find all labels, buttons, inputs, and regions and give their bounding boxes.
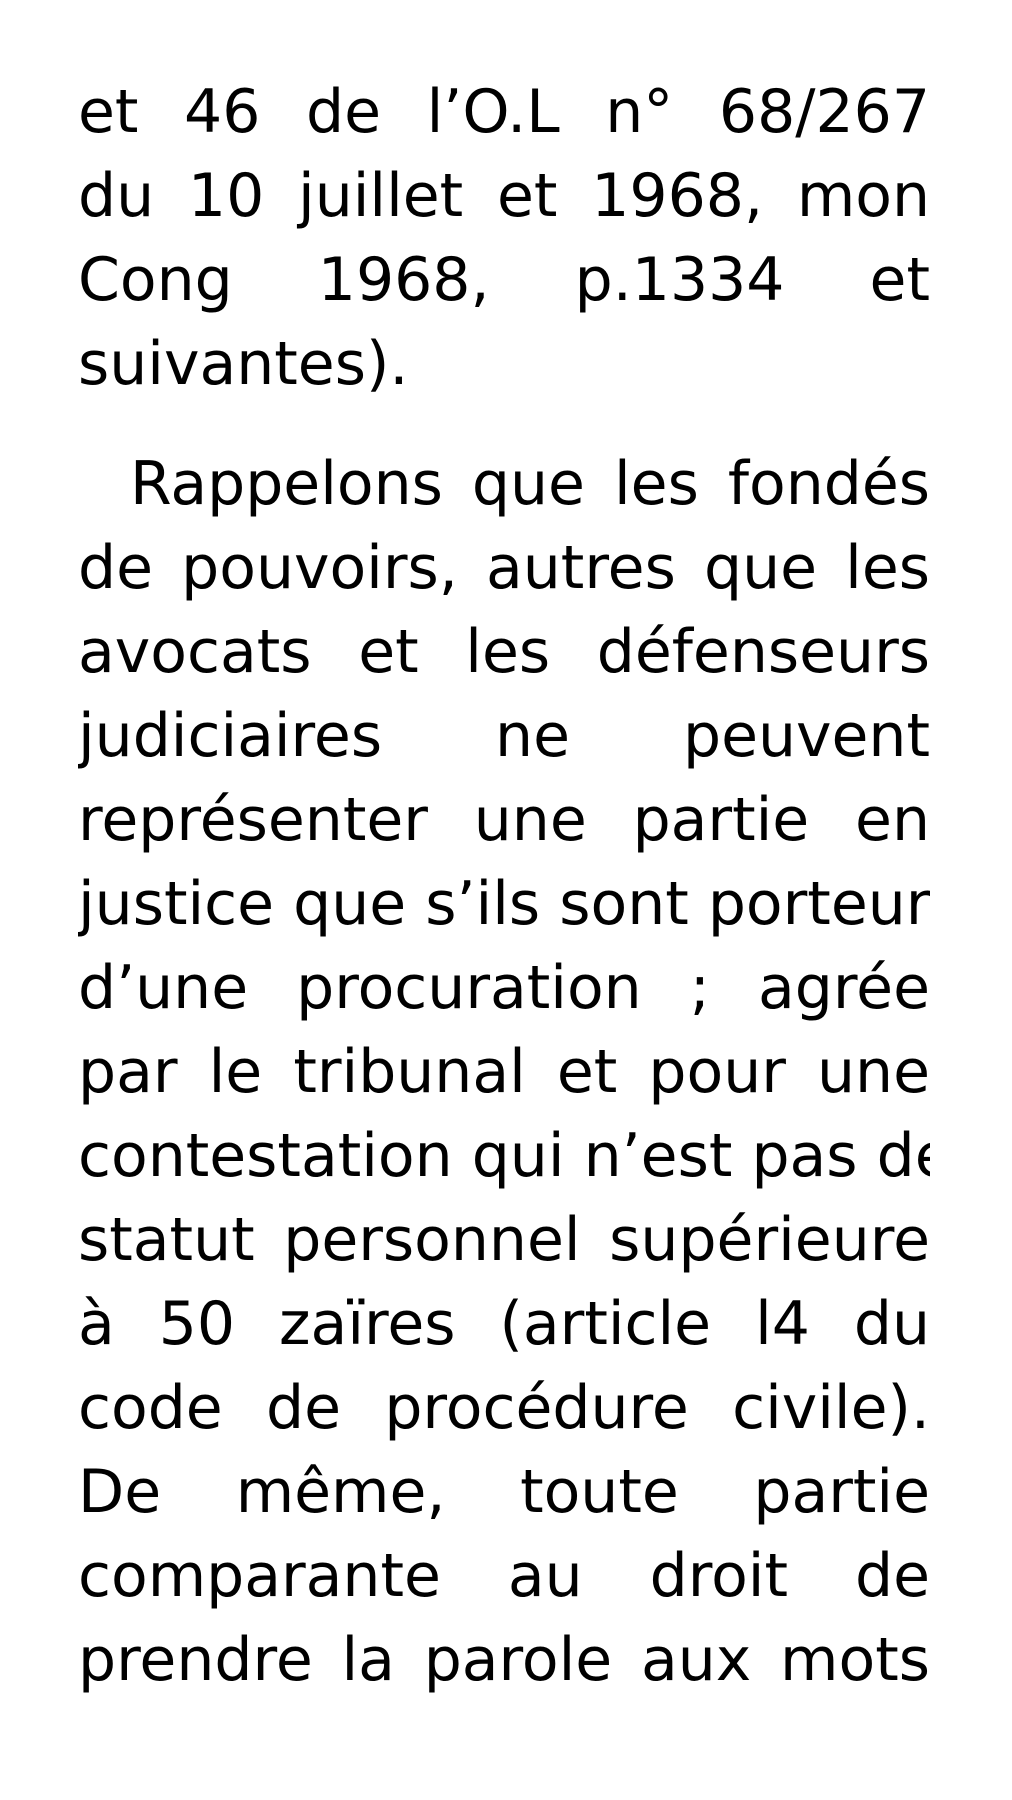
text-line: Rappelons que les fondés [130, 449, 930, 519]
continued-paragraph: et 46 de l’O.L n° 68/267 du 10 juillet e… [78, 70, 930, 406]
text-line: à 50 zaïres (article l4 du [78, 1289, 930, 1359]
text-line: de pouvoirs, autres que les [78, 533, 930, 603]
text-line: et 46 de l’O.L n° 68/267 [78, 77, 930, 147]
text-line: du 10 juillet et 1968, mon [78, 161, 930, 231]
text-line: judiciaires ne peuvent [78, 701, 930, 771]
text-line: justice que s’ils sont porteurs [78, 869, 930, 939]
text-line: statut personnel supérieure [78, 1205, 930, 1275]
text-line: De même, toute partie [78, 1457, 930, 1527]
text-line: d’une procuration ; agrée [78, 953, 930, 1023]
document-page: et 46 de l’O.L n° 68/267 du 10 juillet e… [0, 0, 1012, 1800]
text-line: avocats et les défenseurs [78, 617, 930, 687]
text-line: Cong 1968, p.1334 et [78, 245, 930, 315]
text-line: par le tribunal et pour une [78, 1037, 930, 1107]
text-line: prendre la parole aux mots [78, 1625, 930, 1695]
text-line: contestation qui n’est pas de [78, 1121, 930, 1191]
text-line: code de procédure civile). [78, 1373, 930, 1443]
main-paragraph: Rappelons que les fondés de pouvoirs, au… [78, 442, 930, 1702]
text-line: suivantes). [78, 329, 409, 399]
text-line: représenter une partie en [78, 785, 930, 855]
text-line: comparante au droit de [78, 1541, 930, 1611]
